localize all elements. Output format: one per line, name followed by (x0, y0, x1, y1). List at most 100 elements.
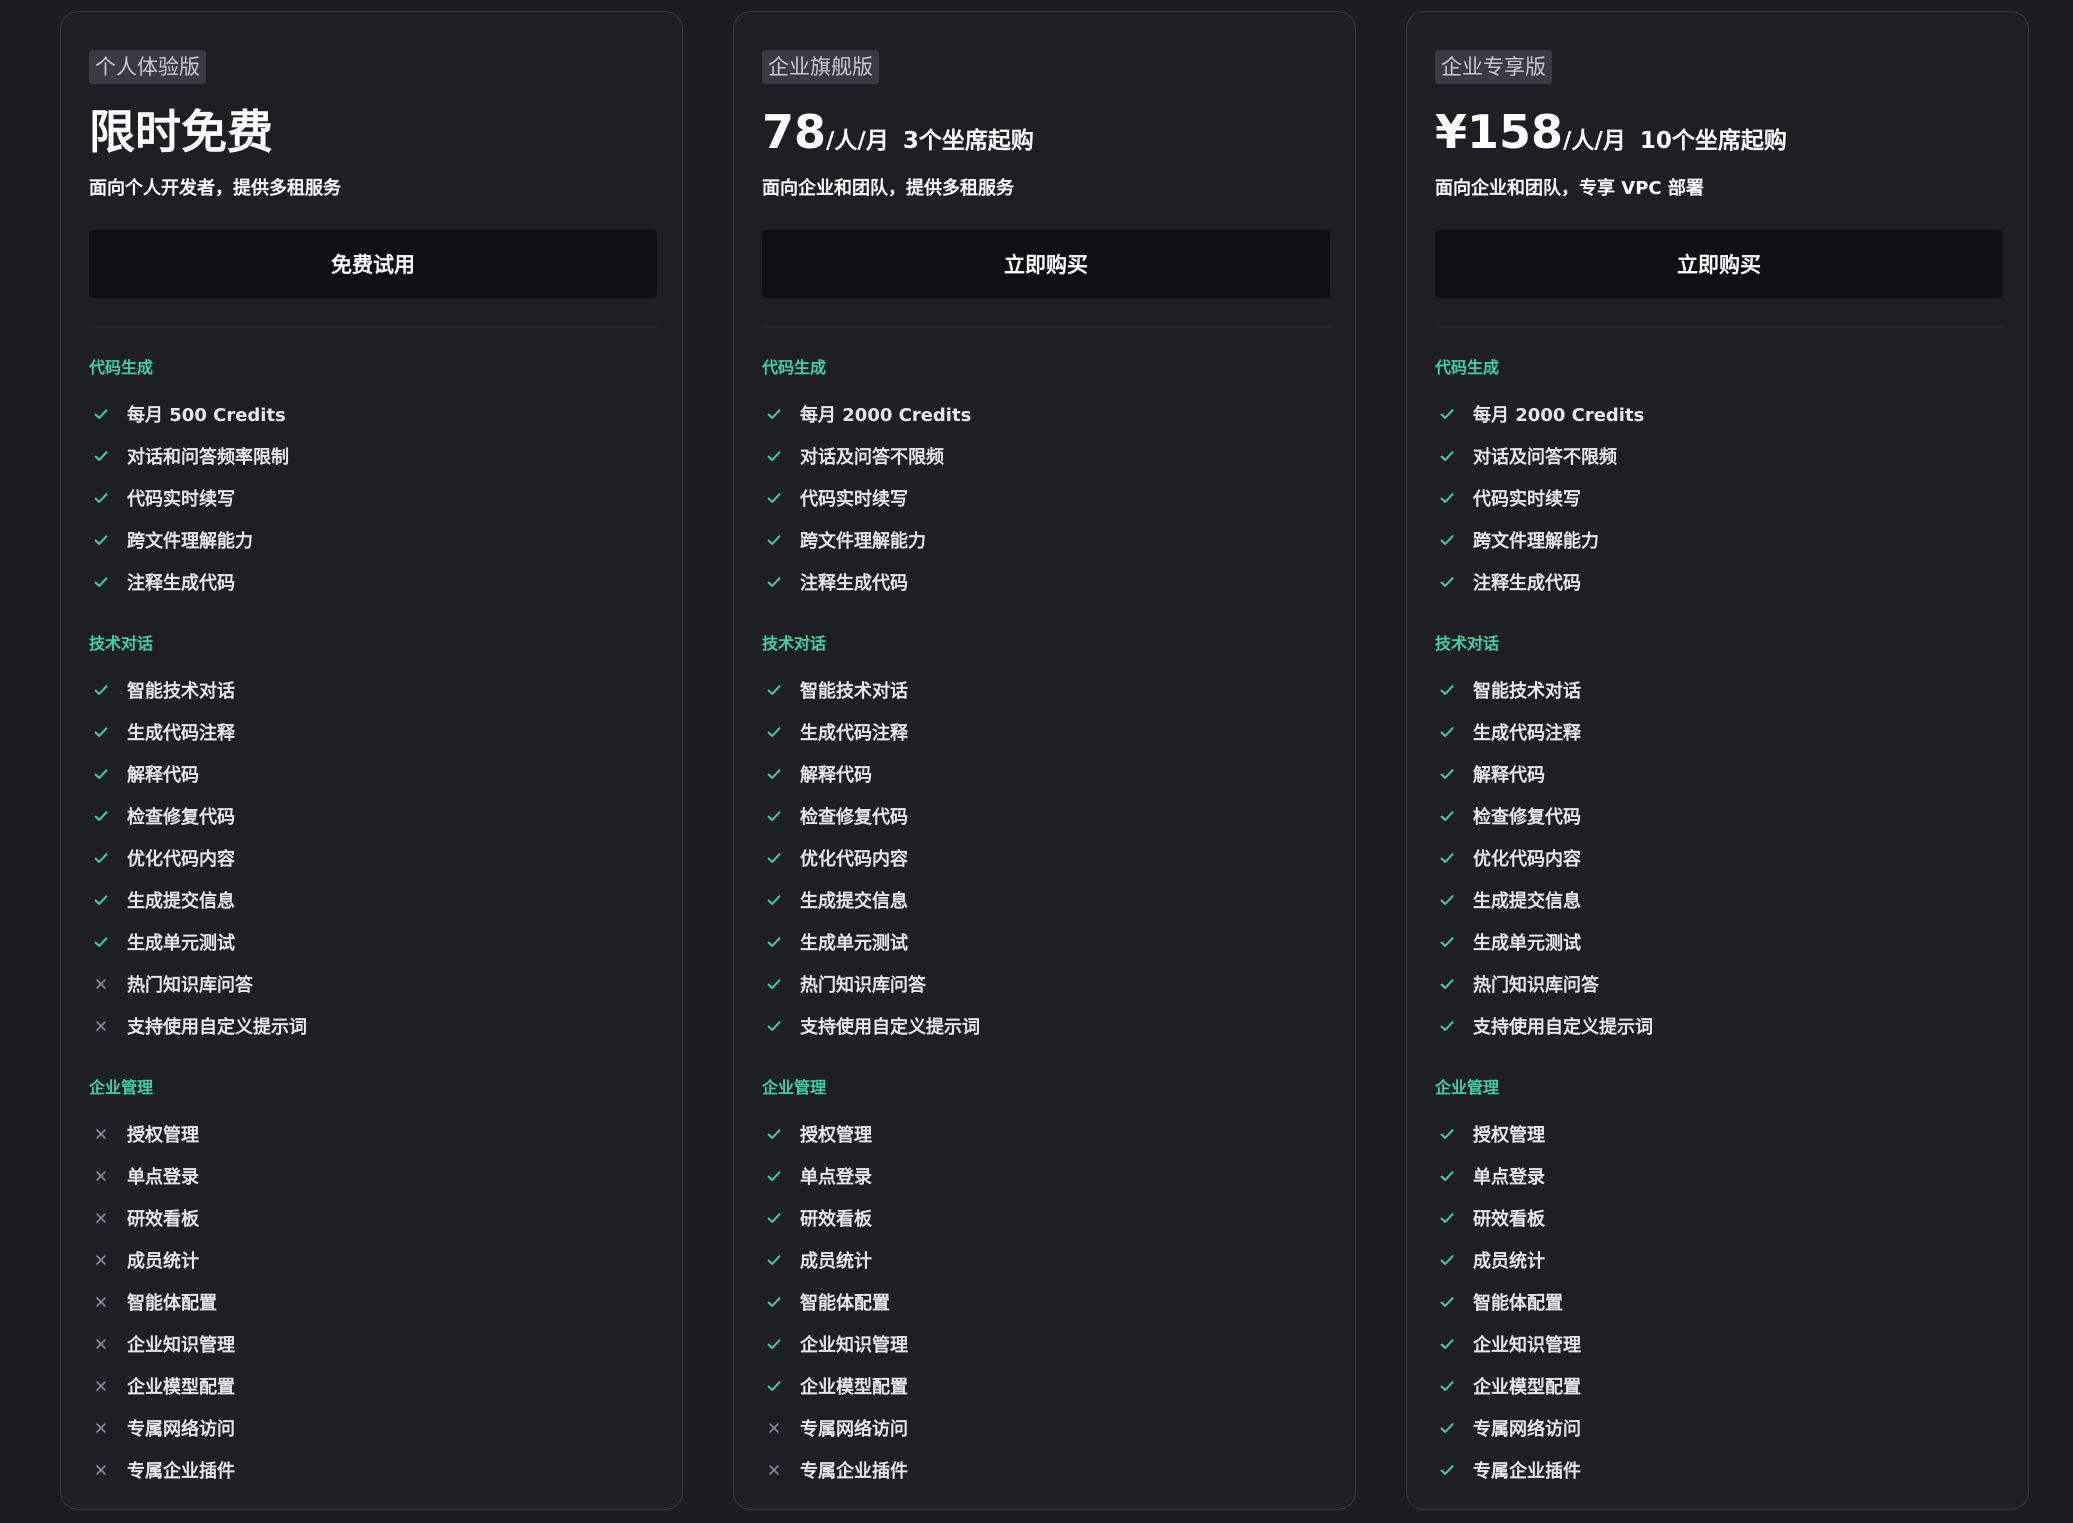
feature-item: 代码实时续写 (1435, 477, 2000, 519)
feature-item: 专属企业插件 (1435, 1449, 2000, 1491)
feature-label: 成员统计 (127, 1251, 199, 1272)
check-icon (764, 764, 784, 784)
feature-label: 智能体配置 (800, 1293, 890, 1314)
feature-label: 专属网络访问 (127, 1419, 235, 1440)
feature-label: 研效看板 (1473, 1209, 1545, 1230)
feature-label: 企业知识管理 (127, 1335, 235, 1356)
check-icon (764, 974, 784, 994)
cross-icon (764, 1418, 784, 1438)
section-title: 代码生成 (762, 358, 827, 377)
feature-item: 热门知识库问答 (1435, 963, 2000, 1005)
feature-list: 授权管理 单点登录 研效看板 成员统计 智能体配置 企业知识管理 企业模型配置 专属网络访问专… (762, 1113, 1327, 1491)
cross-icon (91, 1124, 111, 1144)
buy-now-button[interactable]: 立即购买 (762, 230, 1330, 298)
check-icon (764, 1334, 784, 1354)
feature-label: 支持使用自定义提示词 (1473, 1017, 1653, 1038)
feature-item: 授权管理 (1435, 1113, 2000, 1155)
check-icon (1437, 572, 1457, 592)
feature-label: 企业模型配置 (127, 1377, 235, 1398)
min-seats-note: 10个坐席起购 (1639, 128, 1787, 154)
feature-item: 热门知识库问答 (762, 963, 1327, 1005)
plan-card-personal: 个人体验版 限时免费 面向个人开发者，提供多租服务 免费试用 代码生成 每月 50… (60, 11, 683, 1510)
feature-label: 企业模型配置 (800, 1377, 908, 1398)
feature-item: 生成单元测试 (1435, 921, 2000, 963)
feature-label: 单点登录 (127, 1167, 199, 1188)
feature-label: 检查修复代码 (1473, 807, 1581, 828)
feature-item: 支持使用自定义提示词 (762, 1005, 1327, 1047)
feature-label: 优化代码内容 (127, 849, 235, 870)
check-icon (764, 572, 784, 592)
feature-label: 每月 500 Credits (127, 405, 286, 426)
feature-label: 授权管理 (800, 1125, 872, 1146)
check-icon (1437, 806, 1457, 826)
check-icon (1437, 890, 1457, 910)
feature-item: 检查修复代码 (89, 795, 654, 837)
buy-now-button[interactable]: 立即购买 (1435, 230, 2003, 298)
check-icon (764, 1016, 784, 1036)
feature-label: 跨文件理解能力 (127, 531, 253, 552)
feature-item: 检查修复代码 (762, 795, 1327, 837)
cross-icon (91, 1208, 111, 1228)
section-title: 代码生成 (1435, 358, 1500, 377)
cross-icon (91, 974, 111, 994)
feature-label: 热门知识库问答 (1473, 975, 1599, 996)
feature-label: 支持使用自定义提示词 (127, 1017, 307, 1038)
check-icon (91, 932, 111, 952)
check-icon (764, 722, 784, 742)
feature-item: 跨文件理解能力 (89, 519, 654, 561)
price-line: 限时免费 (89, 102, 654, 162)
feature-item: 单点登录 (1435, 1155, 2000, 1197)
free-trial-button[interactable]: 免费试用 (89, 230, 657, 298)
check-icon (1437, 1460, 1457, 1480)
cross-icon (91, 1250, 111, 1270)
feature-item: 企业知识管理 (89, 1323, 654, 1365)
feature-label: 对话及问答不限频 (800, 447, 944, 468)
feature-item: 企业知识管理 (1435, 1323, 2000, 1365)
check-icon (764, 1376, 784, 1396)
feature-item: 智能技术对话 (89, 669, 654, 711)
feature-label: 热门知识库问答 (127, 975, 253, 996)
feature-item: 授权管理 (89, 1113, 654, 1155)
check-icon (1437, 1418, 1457, 1438)
feature-label: 研效看板 (127, 1209, 199, 1230)
feature-item: 解释代码 (762, 753, 1327, 795)
check-icon (1437, 488, 1457, 508)
feature-item: 生成提交信息 (762, 879, 1327, 921)
feature-label: 生成单元测试 (127, 933, 235, 954)
feature-label: 专属企业插件 (1473, 1461, 1581, 1482)
feature-item: 代码实时续写 (89, 477, 654, 519)
feature-item: 每月 2000 Credits (1435, 393, 2000, 435)
check-icon (91, 806, 111, 826)
feature-item: 每月 2000 Credits (762, 393, 1327, 435)
feature-label: 解释代码 (1473, 765, 1545, 786)
feature-item: 注释生成代码 (89, 561, 654, 603)
feature-list: 智能技术对话 生成代码注释 解释代码 检查修复代码 优化代码内容 生成提交信息 生成单元测试… (762, 669, 1327, 1047)
check-icon (1437, 848, 1457, 868)
feature-item: 生成单元测试 (89, 921, 654, 963)
plan-badge: 企业旗舰版 (762, 50, 879, 84)
feature-item: 专属网络访问 (89, 1407, 654, 1449)
divider (1435, 326, 2003, 327)
feature-list: 每月 2000 Credits 对话及问答不限频 代码实时续写 跨文件理解能力 注释生成… (762, 393, 1327, 603)
check-icon (91, 764, 111, 784)
feature-item: 企业模型配置 (1435, 1365, 2000, 1407)
feature-item: 跨文件理解能力 (762, 519, 1327, 561)
check-icon (764, 890, 784, 910)
feature-item: 企业模型配置 (89, 1365, 654, 1407)
feature-label: 优化代码内容 (800, 849, 908, 870)
feature-label: 每月 2000 Credits (1473, 405, 1645, 426)
feature-item: 生成代码注释 (1435, 711, 2000, 753)
feature-item: 注释生成代码 (762, 561, 1327, 603)
feature-item: 专属企业插件 (762, 1449, 1327, 1491)
feature-item: 支持使用自定义提示词 (1435, 1005, 2000, 1047)
feature-item: 单点登录 (89, 1155, 654, 1197)
plan-price: 78 (762, 105, 827, 159)
feature-label: 授权管理 (127, 1125, 199, 1146)
cross-icon (91, 1418, 111, 1438)
feature-label: 检查修复代码 (127, 807, 235, 828)
check-icon (764, 1124, 784, 1144)
feature-label: 专属企业插件 (800, 1461, 908, 1482)
feature-label: 专属网络访问 (1473, 1419, 1581, 1440)
feature-label: 智能体配置 (1473, 1293, 1563, 1314)
check-icon (764, 404, 784, 424)
